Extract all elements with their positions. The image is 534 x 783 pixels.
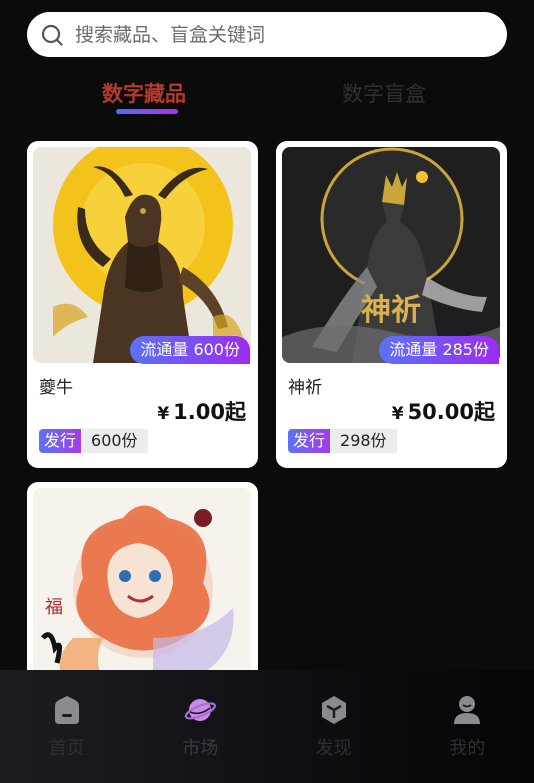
circulation-badge: 流通量 285份 [379, 336, 499, 364]
nav-label: 我的 [449, 738, 486, 759]
nav-label: 发现 [315, 738, 352, 759]
collection-price: ¥50.00起 [392, 396, 495, 426]
search-icon [41, 24, 63, 46]
circulation-badge: 流通量 600份 [130, 336, 250, 364]
planet-icon [185, 699, 217, 721]
category-tabs: 数字藏品 数字盲盒 [0, 78, 534, 118]
nav-label: 市场 [182, 738, 219, 759]
issue-quantity: 298份 [330, 429, 397, 453]
currency-symbol: ¥ [157, 404, 170, 424]
search-input[interactable] [75, 23, 465, 46]
collection-image-kuiniu [33, 147, 251, 363]
collection-image-lion: 福 [33, 488, 251, 682]
home-icon [54, 696, 79, 724]
issue-label: 发行 [39, 429, 82, 453]
collection-name: 夔牛 [39, 378, 73, 398]
collection-card-shenqi[interactable]: 神祈 流通量 285份 神祈 ¥50.00起 发行 298份 [276, 141, 507, 468]
currency-symbol: ¥ [391, 404, 404, 424]
search-bar[interactable] [27, 12, 507, 57]
price-value: 50.00起 [407, 400, 495, 424]
issue-info: 发行 600份 [39, 429, 148, 453]
collection-price: ¥1.00起 [157, 396, 246, 426]
nav-home[interactable]: 首页 [0, 670, 134, 783]
tab-digital-collections[interactable]: 数字藏品 [102, 78, 186, 110]
collection-card-lion[interactable]: 福 [27, 482, 258, 682]
nav-label: 首页 [48, 738, 85, 759]
collection-card-kuiniu[interactable]: 流通量 600份 夔牛 ¥1.00起 发行 600份 [27, 141, 258, 468]
collection-name: 神祈 [288, 378, 322, 398]
nav-discover[interactable]: 发现 [267, 670, 401, 783]
issue-info: 发行 298份 [288, 429, 397, 453]
shenqi-artwork-text: 神祈 [361, 293, 421, 328]
nav-market[interactable]: 市场 [134, 670, 268, 783]
tab-blind-box[interactable]: 数字盲盒 [342, 78, 426, 110]
lion-artwork-seal: 福 [45, 597, 63, 618]
issue-label: 发行 [288, 429, 331, 453]
collection-image-shenqi: 神祈 [282, 147, 500, 363]
price-value: 1.00起 [173, 400, 246, 424]
cube-icon [321, 696, 346, 724]
bottom-nav-bar: 首页 市场 发现 我的 [0, 670, 534, 783]
active-tab-indicator [116, 109, 178, 114]
issue-quantity: 600份 [81, 429, 148, 453]
nav-profile[interactable]: 我的 [401, 670, 534, 783]
user-icon [454, 696, 481, 724]
